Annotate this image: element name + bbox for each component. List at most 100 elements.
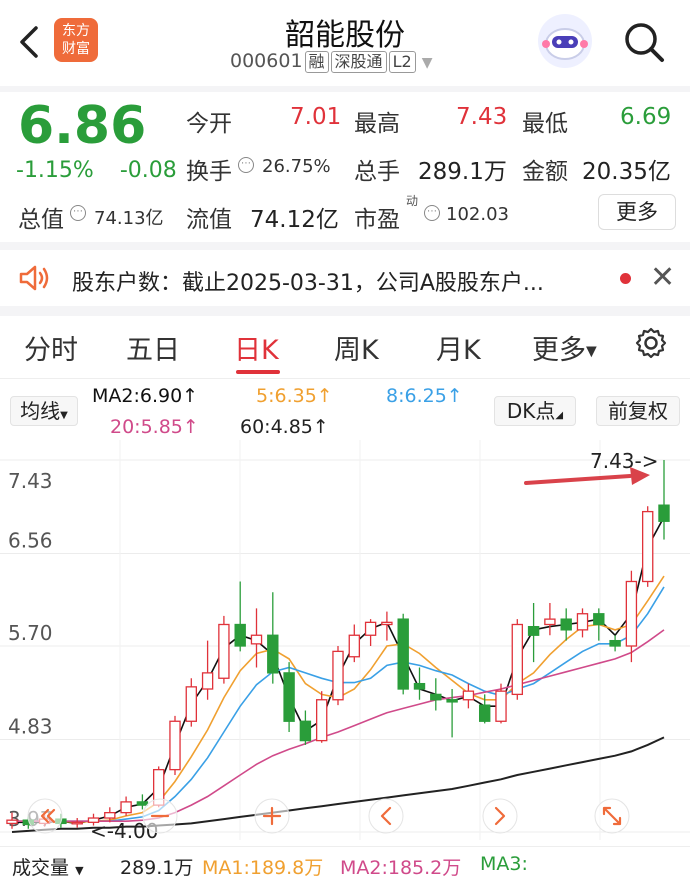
margin-tag: 融 (304, 51, 329, 73)
open-value: 7.01 (290, 104, 342, 130)
y-tick-label: 7.43 (8, 469, 53, 493)
candle-body (71, 821, 83, 825)
candle-body (332, 650, 344, 701)
candle-body (348, 634, 361, 658)
tab-five-day[interactable]: 五日 (126, 328, 180, 367)
candle-body (104, 811, 116, 819)
ma2-value: MA2:6.90↑ (92, 385, 199, 407)
chevron-down-icon[interactable]: ▼ (422, 55, 433, 71)
candle-body (527, 625, 540, 636)
connect-tag: 深股通 (330, 51, 387, 73)
candle-body (201, 672, 214, 690)
tab-intraday[interactable]: 分时 (24, 328, 78, 367)
turnover-value: 26.75% (262, 156, 331, 177)
caret-down-icon: ▼ (60, 410, 68, 421)
tab-weekly-k[interactable]: 周K (334, 328, 379, 367)
y-tick-label: 4.83 (8, 715, 53, 739)
candle-body (495, 690, 507, 722)
candle-body (169, 720, 181, 771)
volume-ma1: MA1:189.8万 (202, 857, 324, 879)
tab-monthly-k[interactable]: 月K (436, 328, 481, 367)
candle-body (364, 621, 377, 636)
back-icon[interactable] (14, 22, 44, 62)
candle-body (413, 682, 426, 690)
adjust-button[interactable]: 前复权 (596, 396, 680, 426)
volume-label: 总手 (354, 159, 400, 185)
tab-more-label: 更多 (532, 335, 586, 366)
arrow-annotation (524, 474, 632, 485)
candle-body (234, 623, 246, 647)
y-tick-label: 5.70 (8, 621, 53, 645)
scroll-right-icon[interactable] (482, 798, 518, 834)
gear-icon[interactable] (634, 326, 668, 360)
tab-more[interactable]: 更多▼ (532, 328, 597, 367)
low-label: 最低 (522, 111, 568, 137)
candle-body (283, 672, 295, 722)
candle-body (462, 690, 475, 701)
logo-line1: 东方 (62, 23, 90, 39)
candle-body (185, 686, 198, 722)
candle-body (609, 639, 621, 647)
assistant-robot-icon[interactable] (538, 14, 592, 68)
zoom-out-icon[interactable] (142, 798, 178, 834)
zoom-in-icon[interactable] (254, 798, 290, 834)
volume-dropdown[interactable]: 成交量 ▼ (12, 853, 84, 880)
high-label: 最高 (354, 111, 400, 137)
ma8-value: 8:6.25↑ (386, 385, 463, 407)
fullscreen-icon[interactable] (594, 798, 630, 834)
pe-label: 市盈 (354, 207, 400, 233)
volume-ma3: MA3: (480, 853, 528, 875)
candle-body (267, 634, 279, 674)
dk-point-button[interactable]: DK点◢ (494, 396, 576, 426)
amount-value: 20.35亿 (582, 159, 671, 185)
divider (0, 306, 690, 316)
search-icon[interactable] (620, 18, 668, 66)
info-icon[interactable]: ⋯ (424, 205, 440, 221)
current-price: 6.86 (18, 96, 147, 156)
volume-label: 成交量 (12, 857, 70, 879)
candle-body (397, 618, 409, 690)
caret-down-icon: ▼ (586, 343, 597, 360)
ma-mode-dropdown[interactable]: 均线▼ (10, 396, 78, 426)
info-icon[interactable]: ⋯ (70, 205, 86, 221)
stock-name: 韶能股份 (285, 18, 405, 53)
rewind-icon[interactable] (27, 798, 63, 834)
stock-code: 000601 (230, 50, 303, 72)
y-tick-label: 6.56 (8, 529, 53, 553)
candle-body (641, 510, 654, 583)
pe-superscript: 动 (406, 194, 419, 208)
candle-body (658, 504, 670, 522)
notice-text[interactable]: 股东户数：截止2025-03-31，公司A股股东户... (72, 265, 544, 297)
volume-ma2: MA2:185.2万 (340, 857, 462, 879)
float-label: 流值 (186, 207, 232, 233)
unread-dot (620, 273, 631, 284)
more-button[interactable]: 更多 (598, 194, 676, 230)
candle-body (250, 634, 263, 645)
close-icon[interactable]: ✕ (650, 260, 675, 295)
ma20-value: 20:5.85↑ (110, 416, 199, 438)
candle-body (544, 618, 556, 626)
candle-body (478, 704, 491, 722)
candle-body (625, 580, 638, 647)
brand-logo[interactable]: 东方 财富 (54, 18, 98, 62)
change-percent: -1.15% (16, 158, 94, 183)
candle-body (593, 613, 605, 626)
kline-chart[interactable]: 7.436.565.704.833.977.43-><-4.00 (0, 440, 690, 850)
candle-body (576, 613, 589, 631)
float-value: 74.12亿 (250, 207, 339, 233)
divider (0, 378, 690, 379)
high-value: 7.43 (456, 104, 508, 130)
volume-total: 289.1万 (120, 857, 194, 879)
scroll-left-icon[interactable] (368, 798, 404, 834)
candle-body (136, 801, 149, 806)
price-change: -1.15% -0.08 (16, 158, 177, 183)
info-icon[interactable]: ⋯ (238, 157, 254, 173)
low-value: 6.69 (620, 104, 672, 130)
tab-daily-k[interactable]: 日K (234, 328, 279, 367)
turnover-label: 换手 (186, 159, 232, 185)
mktcap-label: 总值 (18, 207, 64, 233)
corner-triangle-icon: ◢ (555, 410, 564, 421)
candle-body (315, 699, 328, 742)
candle-body (120, 801, 132, 814)
logo-line2: 财富 (62, 41, 90, 57)
